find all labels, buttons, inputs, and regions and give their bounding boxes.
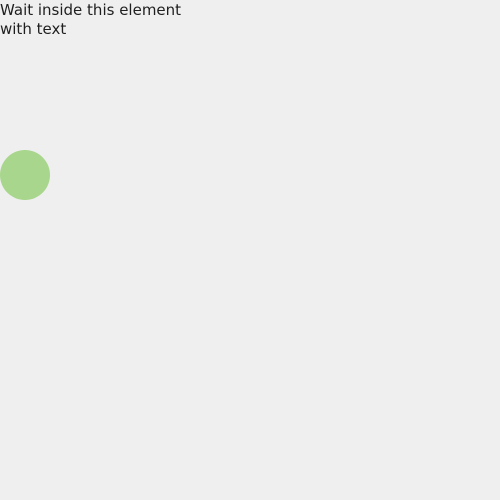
status-indicator-circle <box>0 150 50 200</box>
hover-target-text[interactable]: Wait inside this element with text <box>0 0 205 39</box>
